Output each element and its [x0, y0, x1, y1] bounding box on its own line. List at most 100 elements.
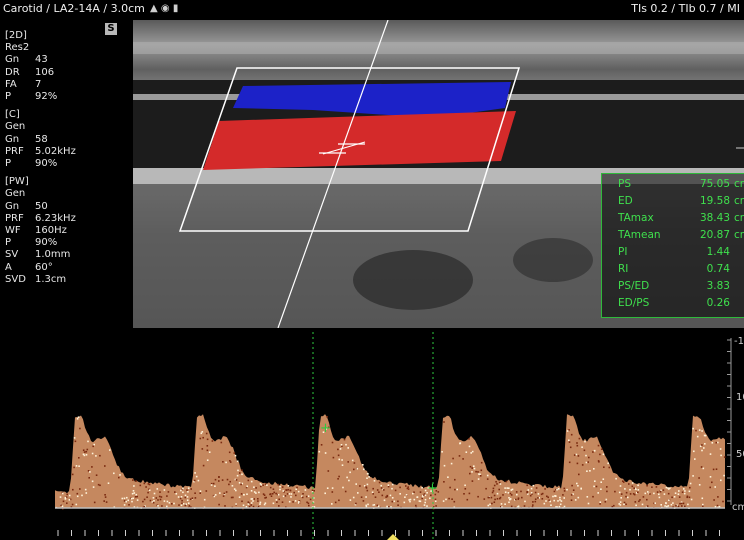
spectrum-speckle: [536, 487, 538, 489]
spectrum-speckle: [710, 476, 712, 478]
spectrum-speckle: [237, 475, 239, 477]
spectrum-speckle: [471, 467, 473, 469]
spectrum-speckle: [149, 489, 151, 491]
spectrum-speckle: [701, 466, 703, 468]
spectrum-speckle: [174, 491, 176, 493]
spectrum-speckle: [491, 497, 493, 499]
spectrum-speckle: [62, 493, 64, 495]
spectrum-speckle: [497, 498, 499, 500]
spectrum-speckle: [180, 490, 182, 492]
spectrum-speckle: [593, 486, 595, 488]
spectrum-speckle: [567, 430, 569, 432]
param-value: 160Hz: [35, 225, 67, 237]
spectrum-speckle: [637, 492, 639, 494]
spectrum-speckle: [679, 503, 681, 505]
spectrum-speckle: [533, 485, 535, 487]
spectrum-speckle: [276, 501, 278, 503]
spectrum-speckle: [544, 488, 546, 490]
spectrum-speckle: [214, 485, 216, 487]
spectrum-speckle: [201, 433, 203, 435]
spectrum-speckle: [86, 451, 88, 453]
param-value: 7: [35, 79, 41, 91]
spectrum-speckle: [441, 451, 443, 453]
spectrum-speckle: [578, 497, 580, 499]
spectrum-speckle: [374, 480, 376, 482]
spectrum-speckle: [282, 501, 284, 503]
caliper-marker-ed[interactable]: +: [427, 481, 438, 496]
spectrum-speckle: [620, 485, 622, 487]
spectrum-speckle: [342, 487, 344, 489]
spectrum-speckle: [493, 488, 495, 490]
spectrum-speckle: [183, 503, 185, 505]
spectrum-speckle: [367, 473, 369, 475]
spectrum-speckle: [627, 497, 629, 499]
velocity-scale-label: -15: [734, 336, 744, 347]
spectrum-speckle: [176, 493, 178, 495]
spectrum-speckle: [213, 483, 215, 485]
spectrum-speckle: [669, 488, 671, 490]
spectrum-speckle: [456, 489, 458, 491]
spectrum-speckle: [606, 491, 608, 493]
spectrum-speckle: [625, 496, 627, 498]
spectrum-speckle: [654, 502, 656, 504]
s-badge[interactable]: S: [105, 23, 117, 35]
spectrum-speckle: [132, 498, 134, 500]
spectral-doppler[interactable]: + +: [0, 330, 744, 540]
spectrum-speckle: [181, 503, 183, 505]
spectrum-speckle: [104, 465, 106, 467]
spectrum-speckle: [635, 501, 637, 503]
spectrum-speckle: [291, 493, 293, 495]
spectrum-speckle: [194, 472, 196, 474]
spectrum-speckle: [359, 485, 361, 487]
caliper-marker-ps[interactable]: +: [320, 421, 331, 436]
spectrum-speckle: [564, 506, 566, 508]
time-marker-icon: [387, 534, 399, 540]
spectrum-speckle: [443, 500, 445, 502]
spectrum-speckle: [207, 450, 209, 452]
spectrum-speckle: [194, 480, 196, 482]
spectrum-speckle: [643, 496, 645, 498]
spectrum-speckle: [492, 492, 494, 494]
exam-info: Carotid / LA2-14A / 3.0cm: [3, 2, 145, 15]
spectrum-speckle: [443, 481, 445, 483]
spectrum-speckle: [289, 493, 291, 495]
spectrum-speckle: [692, 475, 694, 477]
spectrum-speckle: [187, 496, 189, 498]
spectrum-speckle: [484, 498, 486, 500]
spectrum-speckle: [516, 491, 518, 493]
spectrum-speckle: [646, 485, 648, 487]
spectrum-speckle: [532, 501, 534, 503]
spectrum-speckle: [574, 454, 576, 456]
spectrum-speckle: [363, 500, 365, 502]
spectrum-speckle: [585, 455, 587, 457]
measure-key: PS: [618, 178, 678, 190]
spectrum-speckle: [647, 491, 649, 493]
spectrum-speckle: [78, 416, 80, 418]
spectrum-speckle: [720, 480, 722, 482]
spectrum-speckle: [147, 492, 149, 494]
spectrum-speckle: [332, 487, 334, 489]
spectrum-speckle: [87, 449, 89, 451]
spectrum-speckle: [203, 465, 205, 467]
spectrum-speckle: [92, 453, 94, 455]
spectrum-speckle: [723, 475, 725, 477]
spectrum-speckle: [361, 496, 363, 498]
spectrum-speckle: [108, 482, 110, 484]
spectrum-speckle: [290, 490, 292, 492]
spectrum-speckle: [66, 494, 68, 496]
spectrum-speckle: [620, 501, 622, 503]
param-value: 1.0mm: [35, 249, 70, 261]
spectrum-speckle: [552, 496, 554, 498]
spectrum-speckle: [109, 449, 111, 451]
spectrum-speckle: [471, 471, 473, 473]
spectrum-speckle: [589, 470, 591, 472]
param-title: [PW]: [5, 176, 76, 188]
spectrum-speckle: [295, 500, 297, 502]
spectrum-speckle: [153, 502, 155, 504]
spectrum-speckle: [576, 442, 578, 444]
param-key: PRF: [5, 213, 35, 225]
measure-key: ED/PS: [618, 297, 678, 309]
spectrum-speckle: [620, 504, 622, 506]
spectrum-speckle: [253, 506, 255, 508]
spectrum-speckle: [571, 434, 573, 436]
